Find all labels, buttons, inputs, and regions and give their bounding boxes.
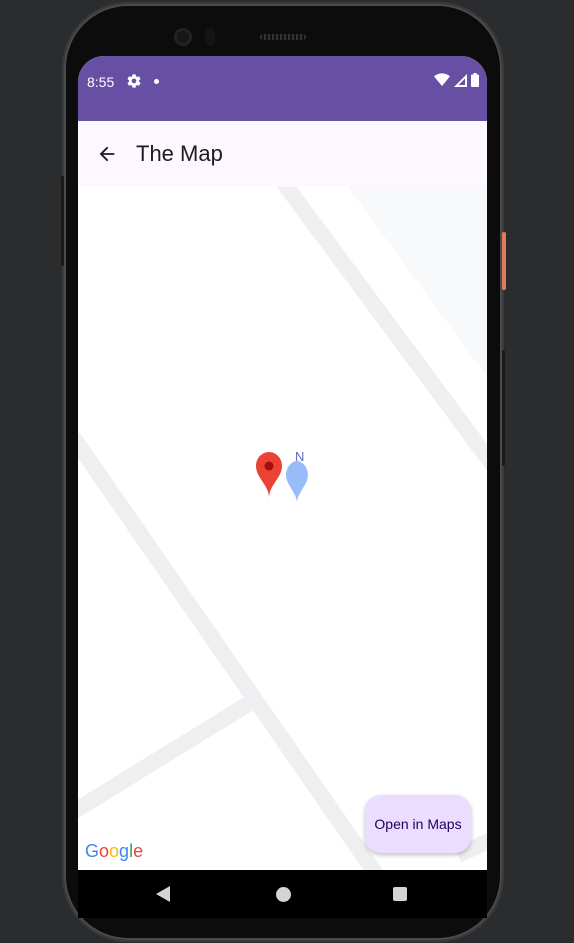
page-title: The Map	[136, 141, 223, 166]
earpiece-speaker	[260, 34, 306, 40]
device-screen: 8:55 The Map N Google Open in Maps	[78, 56, 487, 918]
arrow-back-icon	[99, 146, 115, 162]
nav-recents-icon[interactable]	[393, 887, 407, 901]
front-camera-icon	[174, 28, 192, 46]
wifi-icon	[434, 73, 450, 86]
front-sensor-icon	[205, 28, 215, 46]
status-bar: 8:55	[78, 56, 487, 121]
phone-side-button-left	[61, 176, 64, 266]
phone-volume-button	[502, 350, 505, 466]
top-app-bar: The Map	[78, 121, 487, 187]
nav-back-icon[interactable]	[156, 886, 170, 902]
map-view[interactable]: N Google Open in Maps	[78, 187, 487, 870]
notification-dot-icon	[154, 79, 159, 84]
google-logo: Google	[85, 841, 144, 861]
battery-icon	[471, 73, 479, 87]
system-navigation-bar	[78, 870, 487, 918]
open-in-maps-button[interactable]: Open in Maps	[365, 795, 471, 853]
phone-power-button	[502, 232, 506, 290]
settings-gear-icon	[127, 74, 141, 88]
status-time: 8:55	[87, 74, 115, 90]
map-roads: N	[78, 187, 487, 870]
signal-icon	[454, 73, 467, 87]
status-icons	[434, 73, 479, 87]
map-marker-label: N	[295, 449, 304, 464]
nav-home-icon[interactable]	[276, 887, 291, 902]
back-button[interactable]	[90, 137, 124, 171]
